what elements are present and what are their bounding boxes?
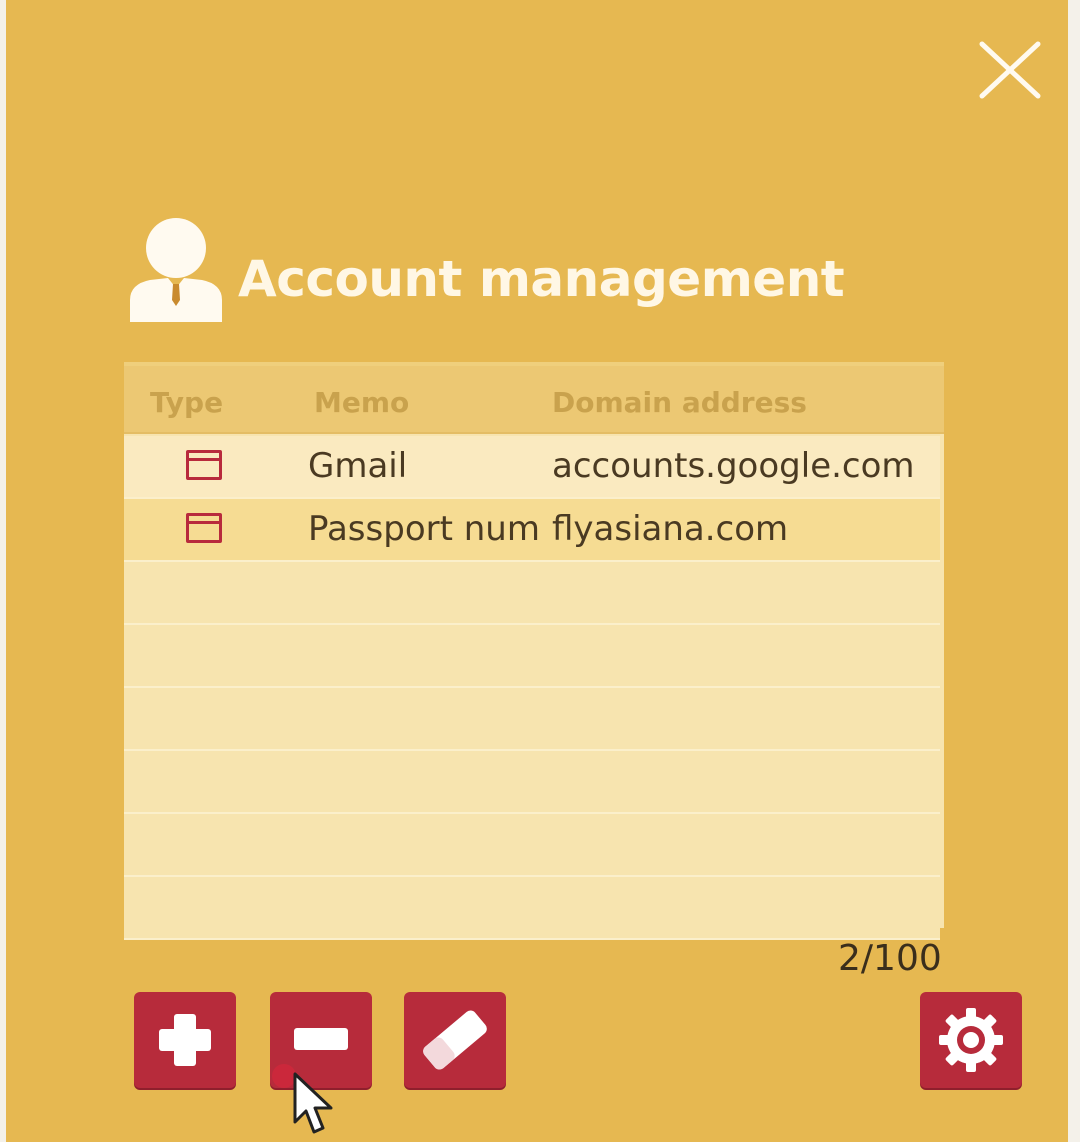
accounts-table: Type Memo Domain address Gmail accounts.…: [124, 362, 944, 940]
account-management-window: Account management Type Memo Domain addr…: [6, 0, 1068, 1142]
domain-cell: flyasiana.com: [552, 509, 789, 549]
empty-row[interactable]: [124, 751, 940, 814]
page-title: Account management: [238, 250, 845, 308]
user-icon: [130, 218, 222, 322]
empty-row[interactable]: [124, 814, 940, 877]
table-body: Gmail accounts.google.com Passport num f…: [124, 436, 940, 940]
entry-counter: 2/100: [838, 938, 942, 979]
card-icon: [186, 450, 222, 480]
gear-icon: [939, 1008, 1003, 1072]
table-row[interactable]: Gmail accounts.google.com: [124, 436, 940, 499]
mouse-cursor-icon: [293, 1072, 333, 1134]
close-button[interactable]: [974, 40, 1046, 100]
column-header-domain[interactable]: Domain address: [552, 386, 807, 419]
card-icon: [186, 513, 222, 543]
empty-row[interactable]: [124, 877, 940, 940]
empty-row[interactable]: [124, 625, 940, 688]
table-header: Type Memo Domain address: [124, 366, 944, 434]
erase-button[interactable]: [404, 992, 506, 1088]
column-header-type[interactable]: Type: [150, 386, 223, 419]
memo-cell: Passport num: [308, 509, 540, 549]
plus-icon: [159, 1014, 211, 1066]
domain-cell: accounts.google.com: [552, 446, 915, 486]
window-header: Account management: [128, 214, 845, 324]
memo-cell: Gmail: [308, 446, 408, 486]
column-header-memo[interactable]: Memo: [314, 386, 409, 419]
close-icon: [979, 41, 1041, 99]
settings-button[interactable]: [920, 992, 1022, 1088]
empty-row[interactable]: [124, 688, 940, 751]
empty-row[interactable]: [124, 562, 940, 625]
eraser-icon: [423, 1010, 487, 1070]
add-button[interactable]: [134, 992, 236, 1088]
table-row[interactable]: Passport num flyasiana.com: [124, 499, 940, 562]
